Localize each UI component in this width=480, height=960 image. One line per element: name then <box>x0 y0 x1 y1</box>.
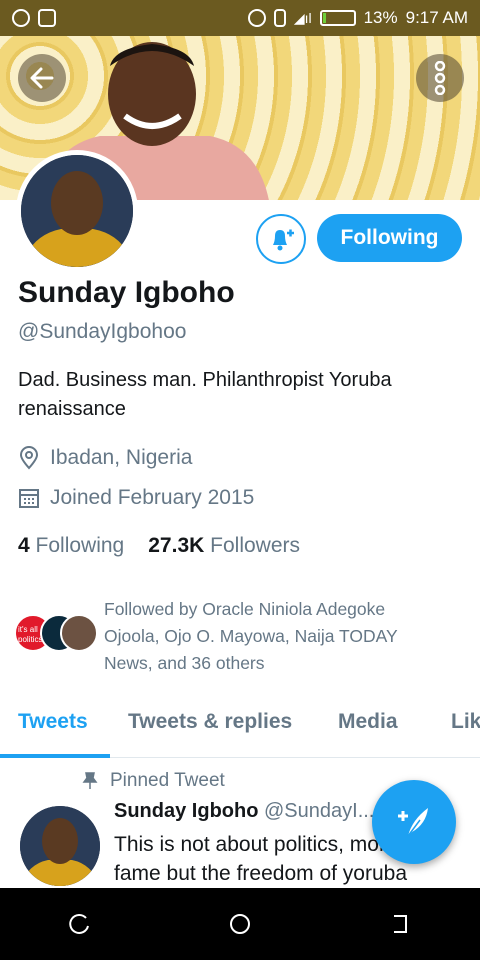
bell-plus-icon <box>273 229 294 251</box>
pin-icon <box>82 772 98 789</box>
calendar-icon <box>19 489 39 508</box>
location-pin-icon <box>19 446 39 470</box>
clock: 9:17 AM <box>405 8 468 27</box>
feather-plus-icon <box>398 808 428 837</box>
home-icon[interactable] <box>228 912 252 936</box>
active-tab-indicator <box>0 754 110 758</box>
profile-tabs: Tweets Tweets & replies Media Lik <box>0 694 480 758</box>
arrow-left-icon <box>30 67 54 89</box>
joined-text: Joined February 2015 <box>50 486 255 509</box>
tweet-header: Sunday Igboho @SundayI... <box>114 800 374 823</box>
following-count-link[interactable]: 4 Following <box>18 534 124 558</box>
system-nav-bar <box>0 888 480 960</box>
profile-bio: Dad. Business man. Philanthropist Yoruba… <box>18 369 392 420</box>
followed-by-text: Followed by Oracle Niniola Adegoke Ojool… <box>104 599 398 673</box>
recent-apps-icon[interactable] <box>68 912 92 936</box>
tweet-avatar-photo <box>20 806 100 886</box>
status-bar: ◢ıl 13% 9:17 AM <box>0 0 480 36</box>
tweet-avatar[interactable] <box>20 806 100 886</box>
tweet-author[interactable]: Sunday Igboho <box>114 800 258 822</box>
signal-icon: ◢ıl <box>293 9 312 26</box>
profile-handle: @SundayIgbohoo <box>18 320 187 343</box>
profile-name: Sunday Igboho <box>18 276 235 309</box>
battery-icon <box>319 10 356 26</box>
lock-icon <box>38 9 56 27</box>
tweet-handle: @SundayI... <box>264 800 375 822</box>
tab-tweets[interactable]: Tweets <box>18 710 88 734</box>
compose-tweet-button[interactable] <box>372 780 456 864</box>
pinned-text: Pinned Tweet <box>110 770 225 791</box>
follow-counts: 4 Following 27.3K Followers <box>18 534 300 558</box>
tab-likes[interactable]: Lik <box>451 710 480 734</box>
pinned-label: Pinned Tweet <box>82 770 225 792</box>
avatar-photo <box>21 155 133 267</box>
follower-avatar <box>60 614 98 652</box>
more-options-button[interactable] <box>416 54 464 102</box>
battery-percent: 13% <box>363 8 398 27</box>
tab-tweets-replies[interactable]: Tweets & replies <box>128 710 292 734</box>
joined-row: Joined February 2015 <box>18 486 254 510</box>
tab-media[interactable]: Media <box>338 710 398 734</box>
vibrate-icon <box>273 9 286 27</box>
whatsapp-icon <box>12 9 30 27</box>
following-button[interactable]: Following <box>317 214 462 262</box>
back-button[interactable] <box>18 54 66 102</box>
back-nav-icon[interactable] <box>388 912 412 936</box>
more-vertical-icon <box>434 61 446 95</box>
data-saver-icon <box>247 9 266 27</box>
location-text: Ibadan, Nigeria <box>50 446 193 469</box>
followed-by-section[interactable]: it's all politics Followed by Oracle Nin… <box>14 596 474 676</box>
notifications-button[interactable] <box>256 214 306 264</box>
location-row: Ibadan, Nigeria <box>18 446 192 470</box>
profile-avatar[interactable] <box>16 150 138 272</box>
followers-count-link[interactable]: 27.3K Followers <box>148 534 300 558</box>
